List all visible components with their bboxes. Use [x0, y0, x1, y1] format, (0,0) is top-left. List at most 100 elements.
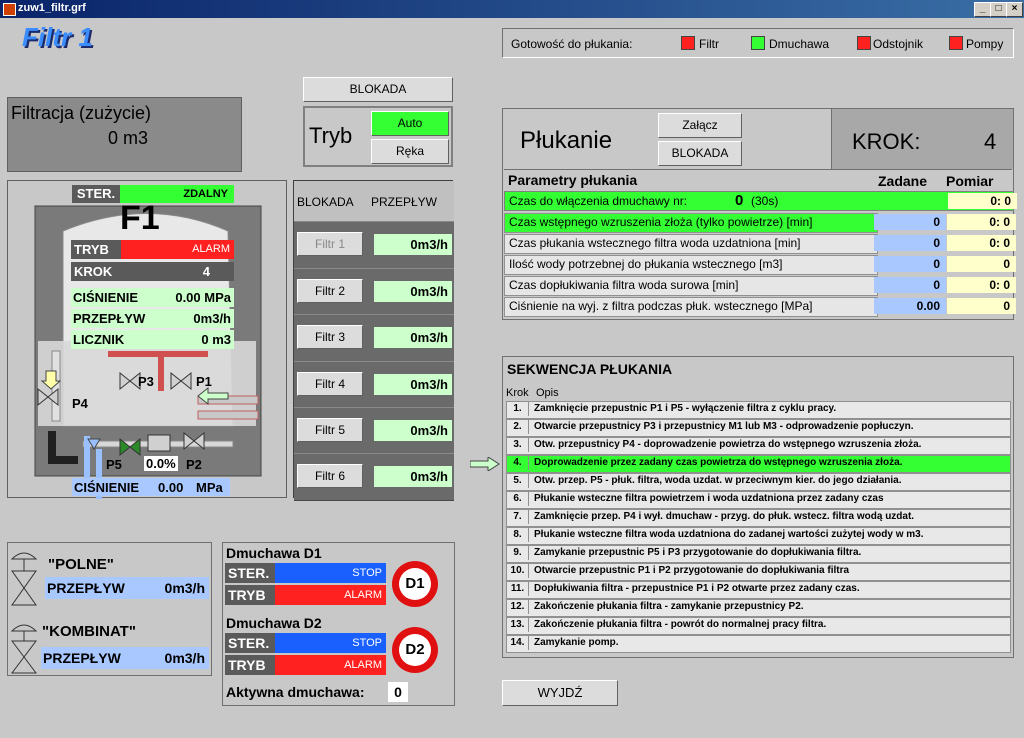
krok-value: 4	[984, 129, 997, 154]
param-row-2-pomiar: 0: 0	[947, 235, 1016, 251]
tryb-label: Tryb	[309, 123, 353, 148]
filter-6-flow: 0m3/h	[374, 466, 452, 487]
polne-value: 0m3/h	[164, 580, 205, 596]
filter-3-button[interactable]: Filtr 3	[297, 325, 363, 349]
sequence-row: 5. Otw. przep. P5 - płuk. filtra, woda uz…	[506, 473, 1011, 491]
plukanie-blokada-button[interactable]: BLOKADA	[658, 141, 742, 166]
param-row-5-zadane[interactable]: 0.00	[874, 298, 946, 314]
plukanie-panel: Płukanie Załącz BLOKADA KROK: 4 Parametr…	[502, 108, 1017, 320]
cisnienie-row: CIŚNIENIE 0.00 MPa	[71, 288, 234, 307]
filter-row-1: Filtr 1 0m3/h	[294, 221, 454, 269]
polne-label: PRZEPŁYW	[47, 580, 125, 596]
close-button[interactable]: ×	[1006, 2, 1023, 17]
blower-d1-badge[interactable]: D1	[392, 561, 438, 607]
sequence-step-number: 3.	[507, 438, 529, 452]
app-icon	[3, 3, 16, 16]
param-row-0-label: Czas do włączenia dmuchawy nr:	[509, 194, 688, 208]
sequence-step-desc: Zamknięcie przep. P4 i wył. dmuchaw - pr…	[534, 511, 915, 522]
active-step-arrow-icon	[470, 457, 500, 471]
sequence-step-number: 1.	[507, 402, 529, 416]
params-zadane-header: Zadane	[878, 173, 928, 189]
window-title: zuw1_filtr.grf	[18, 2, 86, 14]
param-row-5-pomiar: 0	[947, 298, 1016, 314]
tryb-reka-button[interactable]: Ręka	[371, 139, 449, 164]
sequence-step-desc: Zakończenie płukania filtra - powrót do …	[534, 619, 827, 630]
valve-p4-label: P4	[72, 396, 88, 411]
tryb-auto-button[interactable]: Auto	[371, 111, 449, 136]
blower-d2-badge[interactable]: D2	[392, 627, 438, 673]
params-title: Parametry płukania	[508, 172, 638, 188]
sequence-step-desc: Otwarcie przepustnic P1 i P2 przygotowan…	[534, 565, 850, 576]
window-titlebar[interactable]: zuw1_filtr.grf _ □ ×	[0, 0, 1024, 18]
filter-name: F1	[120, 199, 160, 237]
param-row-1-zadane[interactable]: 0	[874, 214, 946, 230]
cisnienie-value: 0.00 MPa	[175, 290, 231, 305]
blower-d2-tryb-value: ALARM	[275, 655, 386, 675]
sequence-row: 13. Zakończenie płukania filtra - powrót …	[506, 617, 1011, 635]
readiness-panel: Gotowość do płukania: Filtr Dmuchawa Ods…	[502, 28, 1014, 58]
filter-1-button[interactable]: Filtr 1	[297, 232, 363, 256]
filters-table: BLOKADA PRZEPŁYW Filtr 1 0m3/h Filtr 2 0…	[293, 180, 454, 501]
sequence-step-number: 13.	[507, 618, 529, 632]
readiness-filtr-label: Filtr	[699, 37, 719, 51]
param-row-1-pomiar: 0: 0	[947, 214, 1016, 230]
param-row-0-num: 0	[735, 192, 744, 209]
filter-2-button[interactable]: Filtr 2	[297, 279, 363, 303]
exit-button[interactable]: WYJDŹ	[502, 680, 618, 706]
filter-row-4: Filtr 4 0m3/h	[294, 361, 454, 409]
param-row-5-label: Ciśnienie na wyj. z filtra podczas płuk.…	[504, 297, 878, 317]
sequence-row: 6. Płukanie wsteczne filtra powietrzem i …	[506, 491, 1011, 509]
param-row-3-label: Ilość wody potrzebnej do płukania wstecz…	[504, 255, 878, 275]
valve-p5-label: P5	[106, 457, 122, 472]
bottom-cisnienie-label: CIŚNIENIE	[74, 480, 140, 495]
zalacz-button[interactable]: Załącz	[658, 113, 742, 138]
active-blower-value: 0	[388, 682, 408, 702]
valve-polne-icon	[10, 552, 38, 606]
sequence-panel: SEKWENCJA PŁUKANIA Krok Opis 1. Zamknięci…	[502, 356, 1014, 658]
sequence-title: SEKWENCJA PŁUKANIA	[507, 361, 673, 377]
sequence-row: 11. Dopłukiwania filtra - przepustnice P1…	[506, 581, 1011, 599]
blokada-main-button[interactable]: BLOKADA	[303, 77, 453, 102]
plukanie-title: Płukanie	[520, 127, 613, 154]
filter-6-button[interactable]: Filtr 6	[297, 464, 363, 488]
sequence-step-number: 4.	[507, 456, 529, 470]
filter-diagram-panel: STER. ZDALNY F1 TRYB ALARM KROK 4 CIŚNIE…	[7, 180, 287, 499]
valve-p2-label: P2	[186, 457, 202, 472]
sequence-row: 2. Otwarcie przepustnicy P3 i przepustnic…	[506, 419, 1011, 437]
param-row-4-zadane[interactable]: 0	[874, 277, 946, 293]
param-row-3-pomiar: 0	[947, 256, 1016, 272]
blowers-panel: Dmuchawa D1 STER. STOP TRYB ALARM D1 Dmu…	[222, 542, 455, 706]
filtracja-value: 0 m3	[108, 128, 149, 148]
filter-5-button[interactable]: Filtr 5	[297, 418, 363, 442]
filters-header-przeplyw: PRZEPŁYW	[371, 195, 438, 209]
status-indicator-pompy	[949, 36, 963, 50]
sequence-step-desc: Zakończenie płukania filtra - zamykanie …	[534, 601, 804, 612]
param-row-1-label: Czas wstępnego wzruszenia złoża (tylko p…	[504, 213, 878, 233]
param-row-4: Czas dopłukiwania filtra woda surowa [mi…	[504, 276, 1016, 296]
blower-d1-tryb-label: TRYB	[225, 585, 275, 605]
sequence-col-opis: Opis	[536, 387, 559, 399]
blower-d2-ster-label: STER.	[225, 633, 275, 653]
param-row-2-zadane[interactable]: 0	[874, 235, 946, 251]
sequence-step-number: 8.	[507, 528, 529, 542]
param-row-3-zadane[interactable]: 0	[874, 256, 946, 272]
sequence-step-number: 2.	[507, 420, 529, 434]
valve-p1-label: P1	[196, 374, 212, 389]
polne-row: PRZEPŁYW 0m3/h	[45, 577, 209, 599]
filter-4-button[interactable]: Filtr 4	[297, 372, 363, 396]
minimize-button[interactable]: _	[974, 2, 991, 17]
maximize-button[interactable]: □	[990, 2, 1007, 17]
sequence-row: 8. Płukanie wsteczne filtra woda uzdatnio…	[506, 527, 1011, 545]
blower-d1-ster-value: STOP	[275, 563, 386, 583]
filter-1-flow: 0m3/h	[374, 234, 452, 255]
sequence-step-number: 14.	[507, 636, 529, 650]
licznik-value: 0 m3	[201, 332, 231, 347]
bottom-cisnienie-unit: MPa	[196, 480, 223, 495]
krok-status-value: 4	[121, 262, 234, 281]
kombinat-title: "KOMBINAT"	[42, 623, 136, 640]
bottom-cisnienie-value: 0.00	[158, 480, 184, 495]
sequence-step-number: 12.	[507, 600, 529, 614]
param-row-1: Czas wstępnego wzruszenia złoża (tylko p…	[504, 213, 1016, 233]
blower-d1-tryb-value: ALARM	[275, 585, 386, 605]
blower-d2-tryb-label: TRYB	[225, 655, 275, 675]
